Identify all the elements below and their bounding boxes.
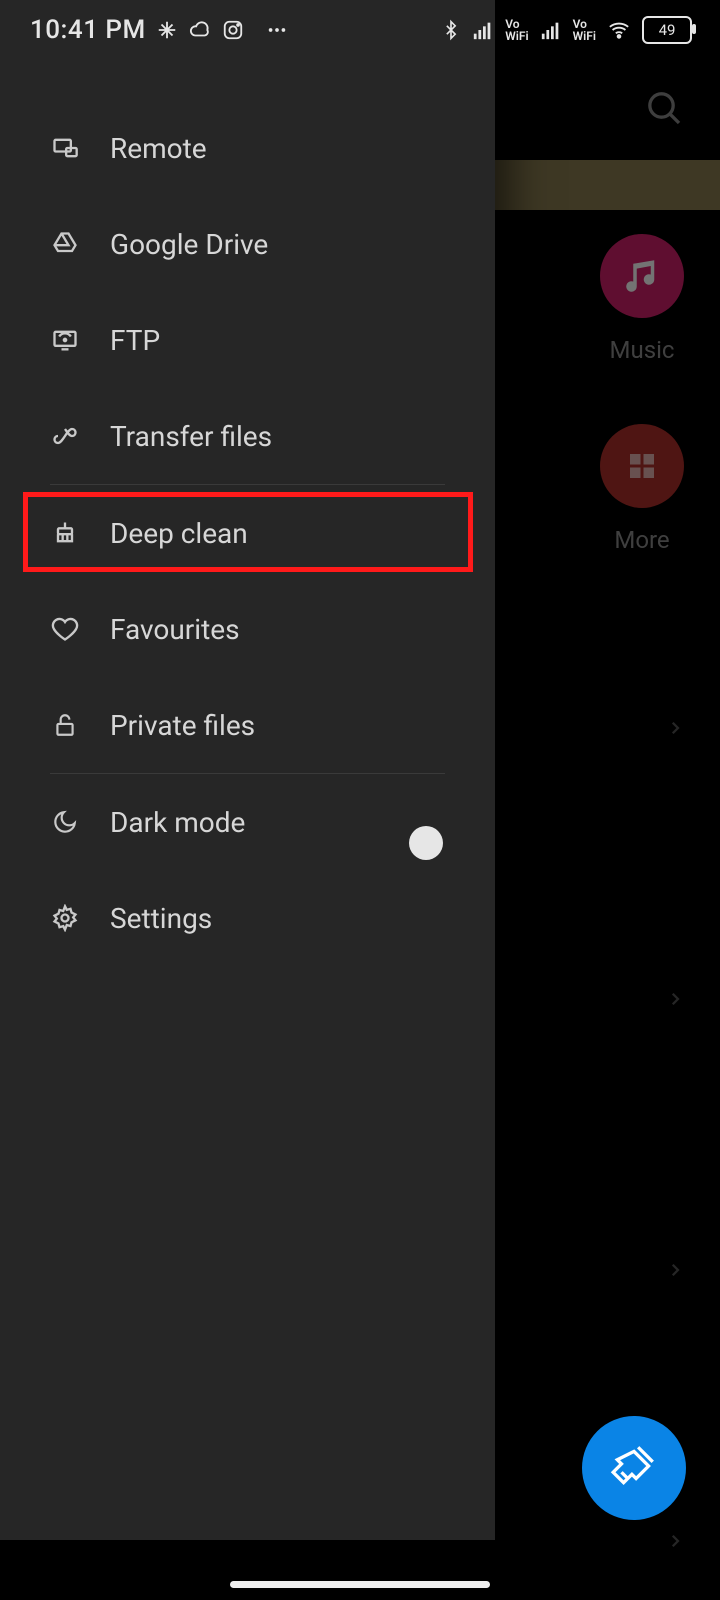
broom-icon bbox=[609, 1441, 659, 1495]
drawer-item-label: FTP bbox=[110, 324, 160, 357]
drawer-item-deep-clean[interactable]: Deep clean bbox=[0, 485, 495, 581]
drawer-item-favourites[interactable]: Favourites bbox=[0, 581, 495, 677]
bluetooth-icon bbox=[441, 17, 461, 43]
drawer-item-label: Remote bbox=[110, 132, 207, 165]
drawer-item-label: Dark mode bbox=[110, 806, 245, 839]
gear-icon bbox=[50, 904, 80, 932]
clean-fab[interactable] bbox=[582, 1416, 686, 1520]
slack-icon bbox=[156, 19, 178, 41]
infinity-icon bbox=[50, 422, 80, 450]
drawer-item-ftp[interactable]: FTP bbox=[0, 292, 495, 388]
remote-icon bbox=[50, 134, 80, 162]
drawer-item-label: Favourites bbox=[110, 613, 240, 646]
more-dots-icon bbox=[264, 19, 290, 41]
broom-icon bbox=[50, 519, 80, 547]
status-time: 10:41 PM bbox=[30, 15, 146, 45]
vowifi-indicator: VoWiFi bbox=[505, 18, 528, 42]
lock-icon bbox=[50, 711, 80, 739]
drawer-item-transfer[interactable]: Transfer files bbox=[0, 388, 495, 484]
signal-icon-2 bbox=[539, 19, 563, 41]
wifi-icon bbox=[606, 19, 632, 41]
drawer-item-label: Transfer files bbox=[110, 420, 272, 453]
drawer-item-remote[interactable]: Remote bbox=[0, 100, 495, 196]
vowifi-indicator-2: VoWiFi bbox=[573, 18, 596, 42]
drawer-item-dark-mode[interactable]: Dark mode bbox=[0, 774, 495, 870]
drawer-item-google-drive[interactable]: Google Drive bbox=[0, 196, 495, 292]
drawer-item-label: Deep clean bbox=[110, 517, 248, 550]
drawer-item-label: Private files bbox=[110, 709, 255, 742]
ftp-icon bbox=[50, 326, 80, 354]
status-bar: 10:41 PM VoWiFi VoWiFi 49 bbox=[0, 0, 720, 60]
navigation-drawer: Remote Google Drive FTP Transfer files bbox=[0, 0, 495, 1540]
drawer-item-label: Settings bbox=[110, 902, 212, 935]
signal-icon bbox=[471, 19, 495, 41]
battery-level: 49 bbox=[659, 21, 676, 39]
drawer-item-private-files[interactable]: Private files bbox=[0, 677, 495, 773]
drive-icon bbox=[50, 230, 80, 258]
cloud-icon bbox=[188, 19, 212, 41]
battery-indicator: 49 bbox=[642, 16, 692, 44]
heart-icon bbox=[50, 615, 80, 643]
home-indicator bbox=[230, 1581, 490, 1588]
instagram-icon bbox=[222, 19, 244, 41]
drawer-item-label: Google Drive bbox=[110, 228, 268, 261]
drawer-item-settings[interactable]: Settings bbox=[0, 870, 495, 966]
moon-icon bbox=[50, 809, 80, 835]
